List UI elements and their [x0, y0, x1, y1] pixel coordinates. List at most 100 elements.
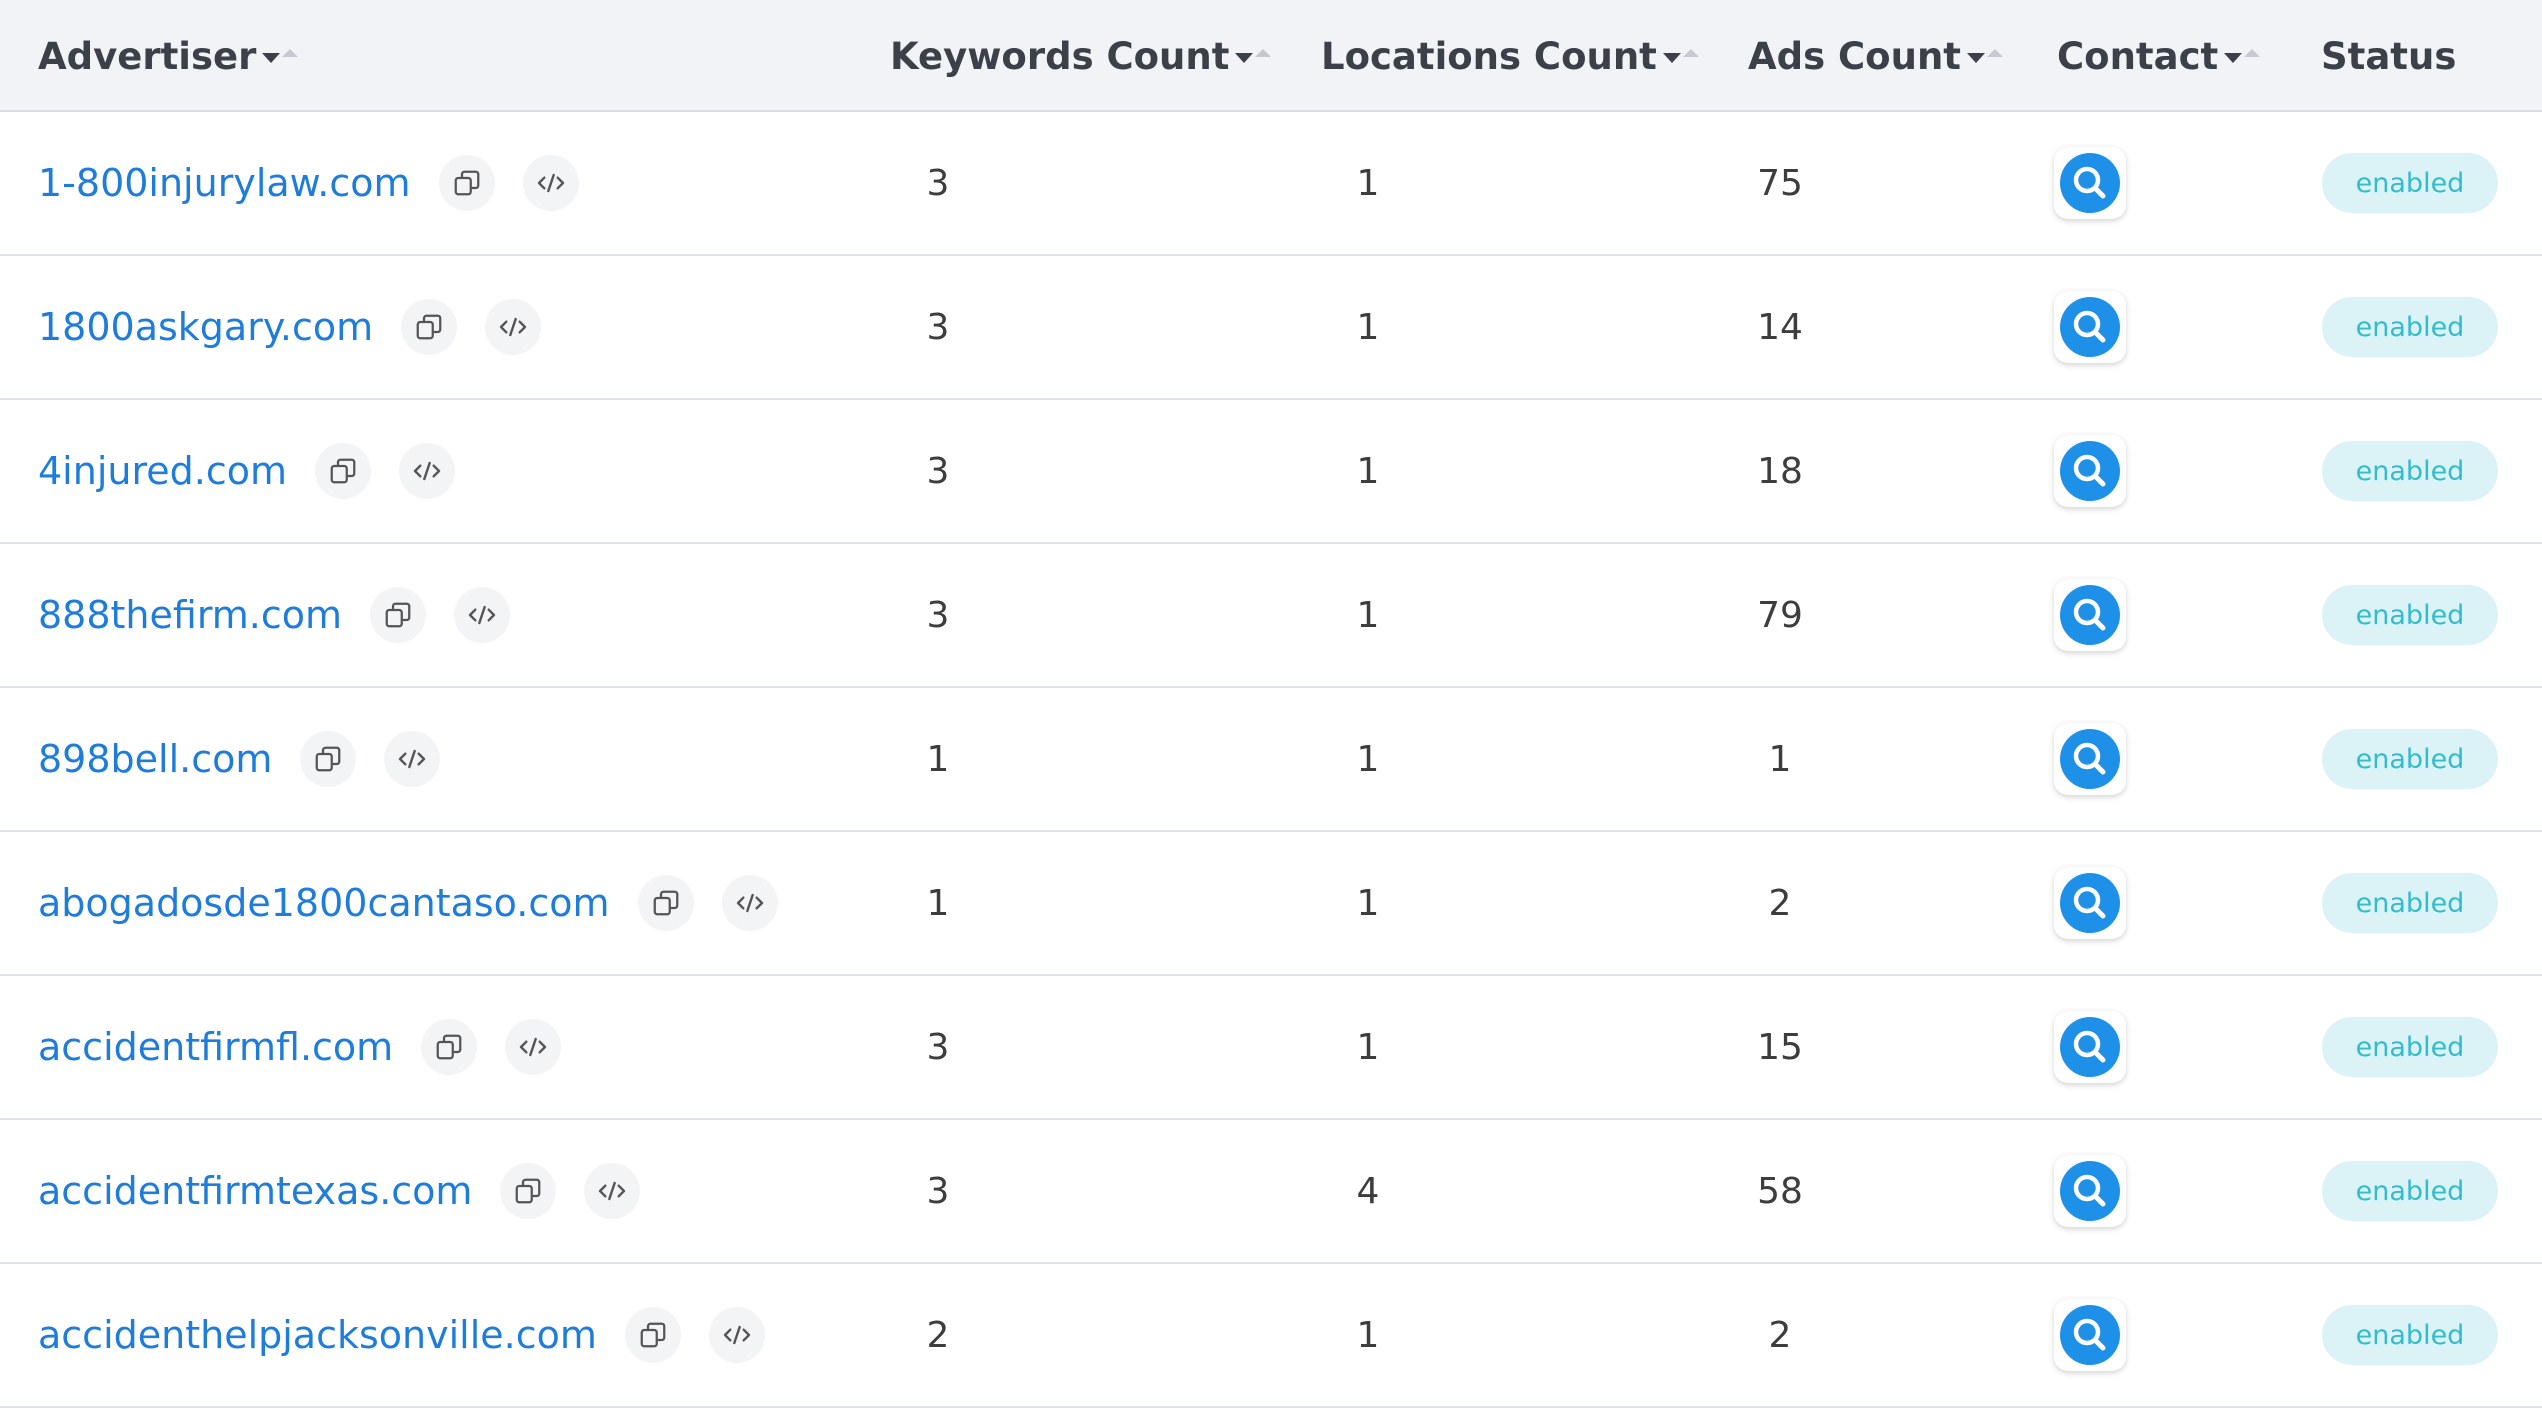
copy-icon — [454, 170, 479, 196]
ads-count-cell: 14 — [1757, 306, 1803, 348]
status-badge: enabled — [2322, 441, 2498, 501]
embed-code-button[interactable] — [454, 587, 511, 643]
status-badge: enabled — [2322, 1305, 2498, 1365]
table-row: 1-800injurylaw.com 3 1 75 enabled — [0, 112, 2542, 256]
sort-caret-icon — [1235, 49, 1272, 63]
keywords-count-cell: 3 — [926, 162, 950, 204]
column-header-keywords-count[interactable]: Keywords Count — [890, 0, 1272, 112]
advertiser-cell: abogadosde1800cantaso.com — [38, 832, 778, 974]
keywords-count-cell: 3 — [926, 594, 950, 636]
copy-button[interactable] — [421, 1019, 478, 1075]
column-header-status: Status — [2321, 34, 2457, 78]
search-icon — [2060, 153, 2120, 213]
copy-icon — [653, 890, 678, 916]
contact-search-button[interactable] — [2054, 1011, 2126, 1083]
copy-button[interactable] — [401, 299, 458, 355]
table-row: 888thefirm.com 3 1 79 enabled — [0, 544, 2542, 688]
embed-code-button[interactable] — [721, 875, 778, 931]
advertiser-link[interactable]: accidentfirmtexas.com — [38, 1169, 472, 1213]
copy-button[interactable] — [300, 731, 357, 787]
contact-cell — [2054, 976, 2126, 1118]
search-icon — [2060, 1017, 2120, 1077]
status-cell: enabled — [2322, 112, 2498, 254]
keywords-count-cell: 3 — [926, 1026, 950, 1068]
status-badge: enabled — [2322, 1161, 2498, 1221]
copy-icon — [516, 1178, 541, 1204]
locations-count-cell: 1 — [1356, 162, 1380, 204]
keywords-count-cell: 1 — [926, 738, 950, 780]
copy-icon — [316, 746, 341, 772]
advertiser-cell: accidenthelpjacksonville.com — [38, 1264, 765, 1406]
search-icon — [2060, 729, 2120, 789]
status-cell: enabled — [2322, 976, 2498, 1118]
locations-count-cell: 1 — [1356, 450, 1380, 492]
advertiser-link[interactable]: 4injured.com — [38, 449, 287, 493]
status-cell: enabled — [2322, 1264, 2498, 1406]
locations-count-cell: 1 — [1356, 1026, 1380, 1068]
contact-cell — [2054, 112, 2126, 254]
embed-code-button[interactable] — [522, 155, 579, 211]
keywords-count-cell: 3 — [926, 450, 950, 492]
contact-search-button[interactable] — [2054, 435, 2126, 507]
embed-code-button[interactable] — [399, 443, 455, 499]
copy-button[interactable] — [500, 1163, 557, 1219]
contact-search-button[interactable] — [2054, 723, 2126, 795]
table-row: accidentfirmfl.com 3 1 15 enabled — [0, 976, 2542, 1120]
status-cell: enabled — [2322, 256, 2498, 398]
column-header-locations-count[interactable]: Locations Count — [1321, 0, 1699, 112]
copy-button[interactable] — [624, 1307, 681, 1363]
status-badge: enabled — [2322, 1017, 2498, 1077]
sort-caret-icon — [2224, 49, 2261, 63]
status-badge: enabled — [2322, 873, 2498, 933]
copy-icon — [330, 458, 356, 484]
embed-code-button[interactable] — [505, 1019, 562, 1075]
column-header-advertiser[interactable]: Advertiser — [38, 0, 299, 112]
embed-code-button[interactable] — [584, 1163, 641, 1219]
locations-count-cell: 1 — [1356, 306, 1380, 348]
copy-icon — [640, 1322, 666, 1348]
embed-code-button[interactable] — [708, 1307, 765, 1363]
status-cell: enabled — [2322, 400, 2498, 542]
embed-code-button[interactable] — [485, 299, 542, 355]
copy-button[interactable] — [315, 443, 371, 499]
copy-button[interactable] — [438, 155, 495, 211]
code-icon — [723, 1325, 751, 1345]
contact-search-button[interactable] — [2054, 291, 2126, 363]
contact-search-button[interactable] — [2054, 1299, 2126, 1371]
advertiser-link[interactable]: abogadosde1800cantaso.com — [38, 881, 610, 925]
keywords-count-cell: 2 — [926, 1314, 950, 1356]
table-row: accidentfirmtexas.com 3 4 58 enabled — [0, 1120, 2542, 1264]
contact-search-button[interactable] — [2054, 147, 2126, 219]
contact-search-button[interactable] — [2054, 1155, 2126, 1227]
table-row: 1800askgary.com 3 1 14 enabled — [0, 256, 2542, 400]
advertiser-cell: 1800askgary.com — [38, 256, 542, 398]
locations-count-cell: 1 — [1356, 738, 1380, 780]
code-icon — [537, 173, 564, 193]
contact-search-button[interactable] — [2054, 579, 2126, 651]
advertiser-link[interactable]: 898bell.com — [38, 737, 272, 781]
advertiser-link[interactable]: 1-800injurylaw.com — [38, 161, 411, 205]
advertiser-link[interactable]: 1800askgary.com — [38, 305, 373, 349]
contact-search-button[interactable] — [2054, 867, 2126, 939]
search-icon — [2060, 297, 2120, 357]
column-header-contact[interactable]: Contact — [2057, 0, 2261, 112]
ads-count-cell: 2 — [1768, 1314, 1792, 1356]
contact-cell — [2054, 832, 2126, 974]
embed-code-button[interactable] — [384, 731, 441, 787]
column-header-ads-count[interactable]: Ads Count — [1748, 0, 2003, 112]
locations-count-cell: 1 — [1356, 594, 1380, 636]
advertiser-link[interactable]: accidentfirmfl.com — [38, 1025, 393, 1069]
ads-count-cell: 58 — [1757, 1170, 1803, 1212]
ads-count-cell: 1 — [1768, 738, 1792, 780]
ads-count-cell: 75 — [1757, 162, 1803, 204]
advertiser-link[interactable]: 888thefirm.com — [38, 593, 342, 637]
contact-cell — [2054, 256, 2126, 398]
copy-button[interactable] — [370, 587, 427, 643]
locations-count-cell: 1 — [1356, 1314, 1380, 1356]
copy-button[interactable] — [637, 875, 694, 931]
advertiser-cell: 1-800injurylaw.com — [38, 112, 579, 254]
sort-caret-icon — [1662, 49, 1699, 63]
advertiser-link[interactable]: accidenthelpjacksonville.com — [38, 1313, 597, 1357]
contact-cell — [2054, 688, 2126, 830]
status-badge: enabled — [2322, 153, 2498, 213]
